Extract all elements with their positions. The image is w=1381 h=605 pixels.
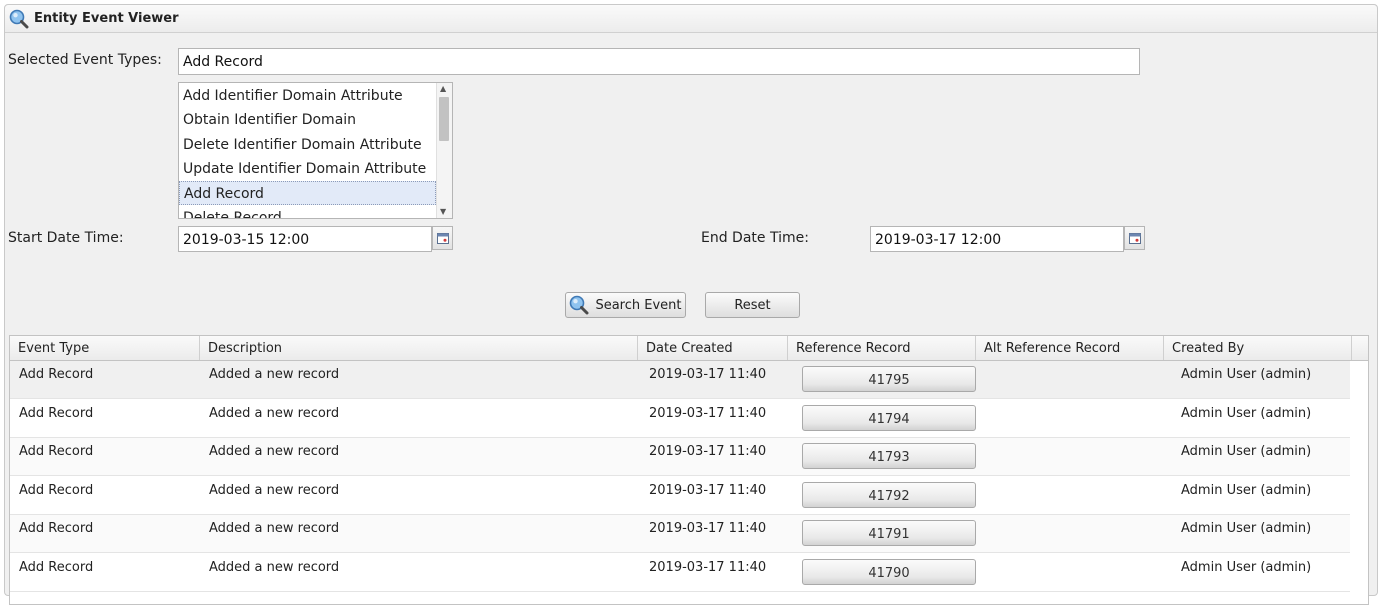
cell-date-created: 2019-03-17 11:40 [649,521,767,536]
cell-created-by: Admin User (admin) [1181,483,1312,498]
entity-event-viewer-panel: Entity Event Viewer Selected Event Types… [4,4,1378,605]
cell-created-by: Admin User (admin) [1181,406,1312,421]
event-type-option[interactable]: Delete Identifier Domain Attribute [179,133,436,157]
cell-description: Added a new record [209,483,340,498]
cell-date-created: 2019-03-17 11:40 [649,483,767,498]
cell-event-type: Add Record [19,521,94,536]
reset-button[interactable]: Reset [705,292,800,318]
cell-created-by: Admin User (admin) [1181,367,1312,382]
search-event-button[interactable]: Search Event [565,292,686,318]
end-calendar-button[interactable] [1124,226,1145,250]
search-event-label: Search Event [595,297,682,313]
cell-date-created: 2019-03-17 11:40 [649,560,767,575]
reference-record-button[interactable]: 41794 [802,405,976,431]
reset-label: Reset [734,297,771,313]
scroll-down-icon[interactable]: ▼ [440,208,446,216]
column-header-date-created[interactable]: Date Created [638,336,788,360]
cell-created-by: Admin User (admin) [1181,521,1312,536]
reference-record-button[interactable]: 41790 [802,559,976,585]
cell-created-by: Admin User (admin) [1181,560,1312,575]
event-type-option[interactable]: Delete Record [179,206,436,218]
start-date-input[interactable]: 2019-03-15 12:00 [178,226,432,252]
table-row[interactable]: Add Record Added a new record 2019-03-17… [10,361,1350,399]
event-types-listbox[interactable]: Add Identifier Domain Attribute Obtain I… [178,82,453,219]
event-type-option[interactable]: Add Identifier Domain Attribute [179,84,436,108]
selected-event-types-field[interactable]: Add Record [178,48,1140,75]
cell-date-created: 2019-03-17 11:40 [649,444,767,459]
cell-description: Added a new record [209,367,340,382]
scrollbar-thumb[interactable] [439,97,449,141]
reference-record-button[interactable]: 41791 [802,520,976,546]
event-type-option[interactable]: Obtain Identifier Domain [179,108,436,132]
column-header-reference-record[interactable]: Reference Record [788,336,976,360]
cell-event-type: Add Record [19,444,94,459]
table-row[interactable]: Add Record Added a new record 2019-03-17… [10,477,1350,515]
column-header-event-type[interactable]: Event Type [10,336,200,360]
table-header: Event Type Description Date Created Refe… [10,336,1368,361]
table-row[interactable]: Add Record Added a new record 2019-03-17… [10,515,1350,553]
table-row[interactable]: Add Record Added a new record 2019-03-17… [10,438,1350,476]
reference-record-button[interactable]: 41793 [802,443,976,469]
event-type-option[interactable]: Update Identifier Domain Attribute [179,157,436,181]
column-header-created-by[interactable]: Created By [1164,336,1352,360]
cell-description: Added a new record [209,406,340,421]
cell-event-type: Add Record [19,560,94,575]
listbox-scrollbar[interactable]: ▲ ▼ [436,83,452,218]
reference-record-button[interactable]: 41795 [802,366,976,392]
calendar-icon [437,233,449,244]
reference-record-button[interactable]: 41792 [802,482,976,508]
table-row[interactable]: Add Record Added a new record 2019-03-17… [10,554,1350,592]
end-date-input[interactable]: 2019-03-17 12:00 [870,226,1124,252]
start-calendar-button[interactable] [432,226,453,250]
event-types-label: Selected Event Types: [8,52,162,68]
column-header-alt-reference-record[interactable]: Alt Reference Record [976,336,1164,360]
cell-event-type: Add Record [19,483,94,498]
events-table: Event Type Description Date Created Refe… [9,335,1369,605]
cell-description: Added a new record [209,560,340,575]
panel-titlebar: Entity Event Viewer [5,5,1377,33]
cell-date-created: 2019-03-17 11:40 [649,367,767,382]
magnifier-icon [9,9,29,29]
calendar-icon [1129,233,1141,244]
event-type-option-selected[interactable]: Add Record [179,181,436,205]
cell-description: Added a new record [209,444,340,459]
end-date-label: End Date Time: [701,230,809,246]
cell-date-created: 2019-03-17 11:40 [649,406,767,421]
search-icon [570,295,589,315]
cell-description: Added a new record [209,521,340,536]
table-row[interactable]: Add Record Added a new record 2019-03-17… [10,400,1350,438]
start-date-label: Start Date Time: [8,230,124,246]
cell-event-type: Add Record [19,406,94,421]
column-header-description[interactable]: Description [200,336,638,360]
panel-title: Entity Event Viewer [34,11,179,26]
scroll-up-icon[interactable]: ▲ [440,85,446,93]
cell-created-by: Admin User (admin) [1181,444,1312,459]
cell-event-type: Add Record [19,367,94,382]
